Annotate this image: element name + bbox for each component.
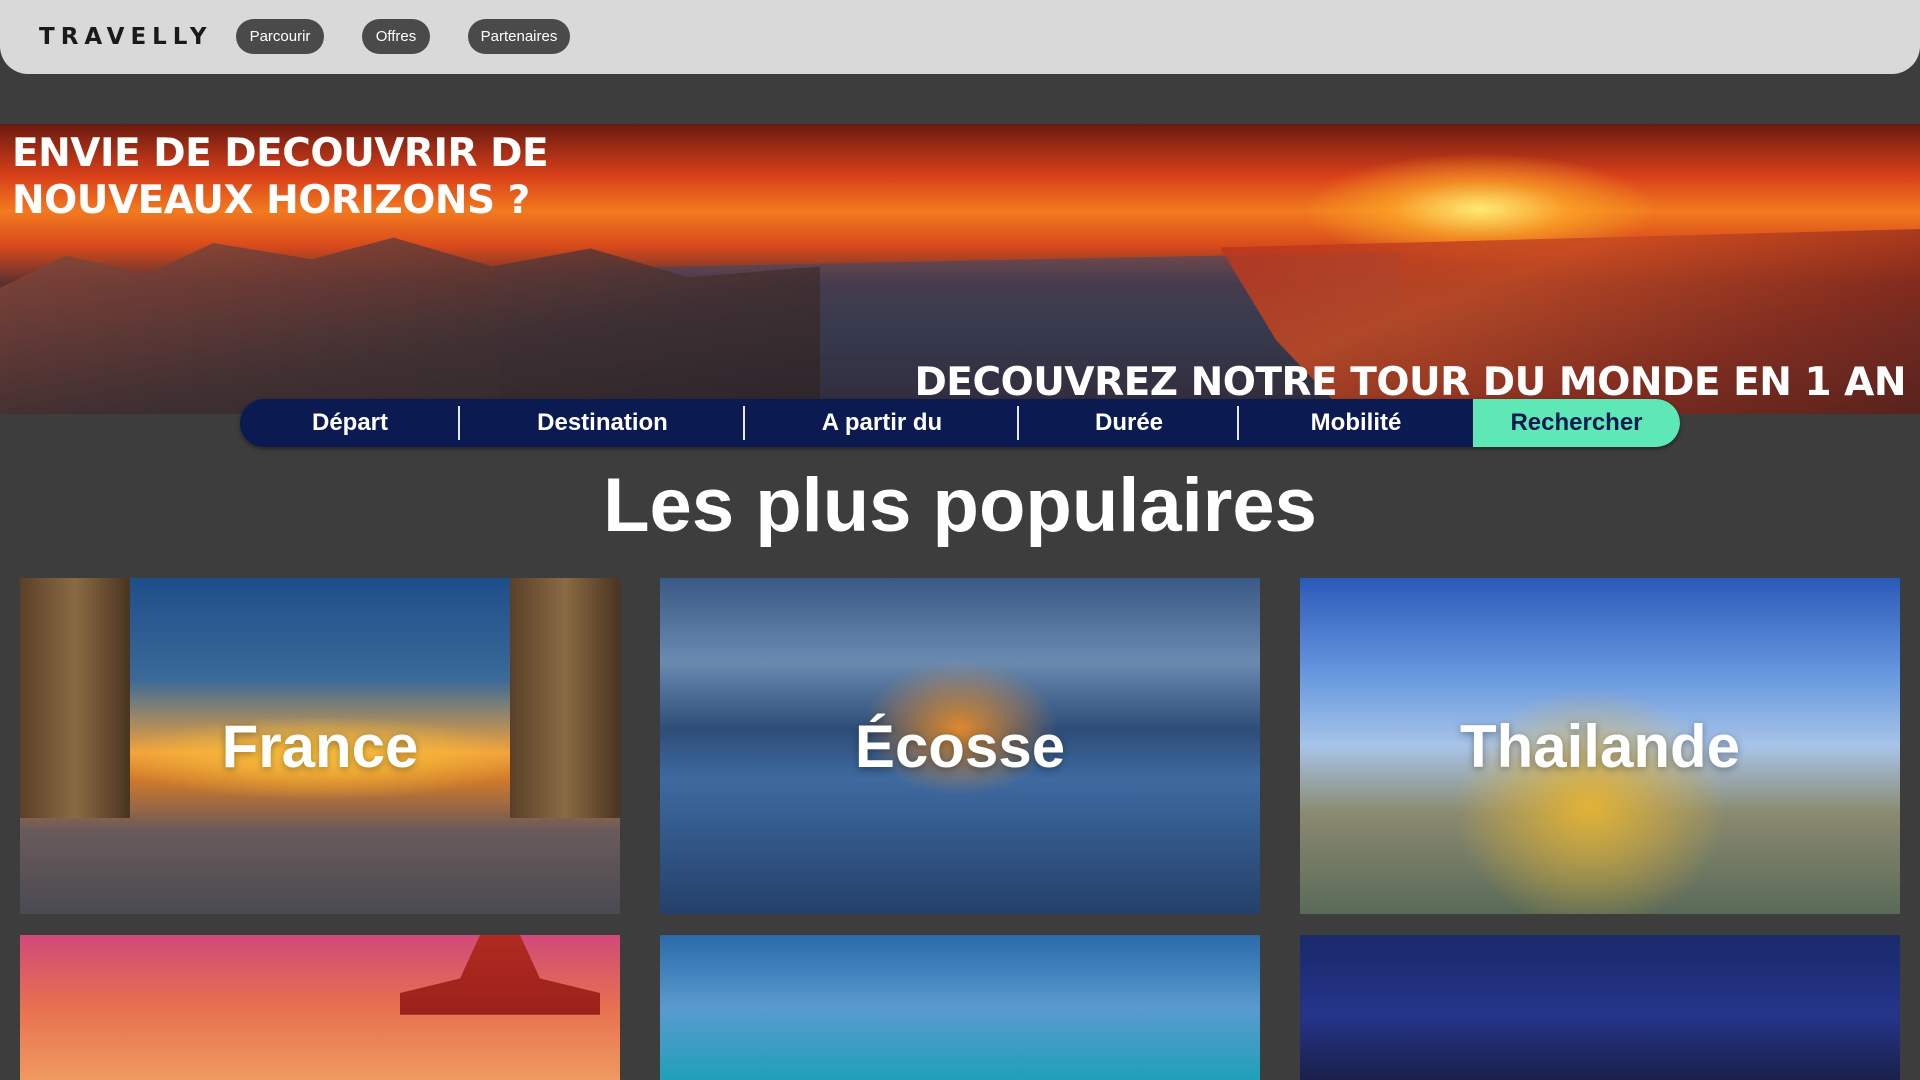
destination-card-label: France [221,713,419,780]
destination-card-city[interactable] [1300,935,1900,1080]
nav-partenaires-button[interactable]: Partenaires [468,19,570,54]
destination-card-france[interactable]: France [20,578,620,914]
hero-title-line2: NOUVEAUX HORIZONS ? [12,178,530,223]
hero-canyon-left-image [0,237,820,414]
search-date-field[interactable]: A partir du [745,399,1019,447]
destination-card-japan[interactable] [20,935,620,1080]
search-button[interactable]: Rechercher [1473,399,1680,447]
search-bar: Départ Destination A partir du Durée Mob… [240,399,1680,447]
search-duration-field[interactable]: Durée [1019,399,1239,447]
top-navigation-bar: TRAVELLY Parcourir Offres Partenaires [0,0,1920,74]
search-depart-field[interactable]: Départ [240,399,460,447]
hero-title: ENVIE DE DECOUVRIR DE NOUVEAUX HORIZONS … [12,130,549,224]
destination-card-thailande[interactable]: Thailande [1300,578,1900,914]
destination-card-ecosse[interactable]: Écosse [660,578,1260,914]
hero-banner: ENVIE DE DECOUVRIR DE NOUVEAUX HORIZONS … [0,124,1920,414]
site-logo[interactable]: TRAVELLY [39,24,213,50]
search-destination-field[interactable]: Destination [460,399,745,447]
destination-card-beach[interactable] [660,935,1260,1080]
hero-title-line1: ENVIE DE DECOUVRIR DE [12,131,549,176]
search-mobility-field[interactable]: Mobilité [1239,399,1473,447]
section-title: Les plus populaires [603,463,1317,548]
destination-card-label: Écosse [854,713,1066,780]
nav-parcourir-button[interactable]: Parcourir [236,19,324,54]
nav-offres-button[interactable]: Offres [362,19,430,54]
destination-card-label: Thailande [1459,713,1741,780]
